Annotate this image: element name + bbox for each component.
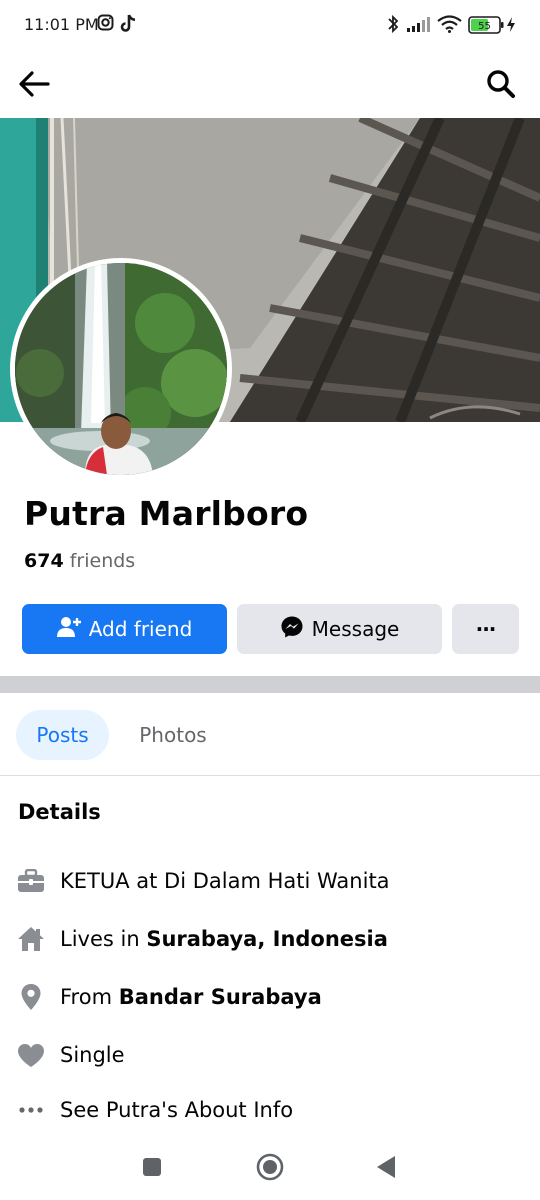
messenger-icon bbox=[280, 615, 304, 644]
detail-from[interactable]: From Bandar Surabaya bbox=[16, 977, 526, 1017]
search-icon[interactable] bbox=[481, 64, 521, 104]
add-friend-button[interactable]: Add friend bbox=[22, 604, 227, 654]
section-divider bbox=[0, 676, 540, 693]
home-icon bbox=[16, 924, 46, 954]
back-arrow-icon[interactable] bbox=[14, 64, 54, 104]
tabs-divider bbox=[0, 775, 540, 776]
status-time: 11:01 PM bbox=[24, 15, 99, 34]
tab-photos[interactable]: Photos bbox=[122, 710, 224, 760]
heart-icon bbox=[16, 1040, 46, 1070]
tab-posts[interactable]: Posts bbox=[16, 710, 109, 760]
friends-count: 674 bbox=[24, 550, 64, 572]
detail-work-text: KETUA at Di Dalam Hati Wanita bbox=[60, 869, 390, 893]
location-pin-icon bbox=[16, 982, 46, 1012]
profile-name: Putra Marlboro bbox=[24, 494, 309, 533]
detail-lives-in[interactable]: Lives in Surabaya, Indonesia bbox=[16, 919, 526, 959]
more-dots-icon bbox=[16, 1095, 46, 1125]
bluetooth-icon bbox=[386, 14, 400, 38]
detail-relationship[interactable]: Single bbox=[16, 1035, 526, 1075]
add-friend-label: Add friend bbox=[88, 617, 193, 641]
recent-apps-icon[interactable] bbox=[132, 1149, 172, 1185]
system-nav-bar bbox=[0, 1135, 540, 1200]
svg-text:55: 55 bbox=[478, 21, 491, 32]
tiktok-icon bbox=[120, 14, 138, 37]
message-label: Message bbox=[311, 617, 400, 641]
details-heading: Details bbox=[18, 800, 101, 824]
detail-work[interactable]: KETUA at Di Dalam Hati Wanita bbox=[16, 861, 526, 901]
see-about-info[interactable]: See Putra's About Info bbox=[16, 1090, 526, 1130]
more-dots-icon: ··· bbox=[475, 617, 497, 641]
detail-lives-in-place[interactable]: Surabaya, Indonesia bbox=[146, 927, 388, 951]
friends-count-line[interactable]: 674 friends bbox=[24, 550, 135, 572]
detail-lives-in-text: Lives in Surabaya, Indonesia bbox=[60, 927, 388, 951]
profile-picture[interactable] bbox=[10, 258, 232, 480]
charging-icon bbox=[506, 16, 516, 37]
add-friend-icon bbox=[56, 616, 81, 643]
instagram-icon bbox=[97, 14, 114, 35]
detail-from-place[interactable]: Bandar Surabaya bbox=[119, 985, 322, 1009]
back-nav-icon[interactable] bbox=[366, 1149, 406, 1185]
signal-icon bbox=[406, 16, 431, 36]
friends-label: friends bbox=[69, 550, 136, 572]
see-about-info-text: See Putra's About Info bbox=[60, 1098, 294, 1122]
detail-from-prefix: From bbox=[60, 985, 119, 1009]
battery-icon: 55 bbox=[468, 16, 504, 38]
app-header bbox=[0, 50, 540, 118]
more-options-button[interactable]: ··· bbox=[452, 604, 519, 654]
message-button[interactable]: Message bbox=[237, 604, 442, 654]
status-bar: 11:01 PM 55 bbox=[0, 0, 540, 50]
wifi-icon bbox=[437, 15, 462, 37]
detail-from-text: From Bandar Surabaya bbox=[60, 985, 322, 1009]
detail-relationship-text: Single bbox=[60, 1043, 125, 1067]
briefcase-icon bbox=[16, 866, 46, 896]
detail-lives-in-prefix: Lives in bbox=[60, 927, 147, 951]
home-button-icon[interactable] bbox=[250, 1149, 290, 1185]
